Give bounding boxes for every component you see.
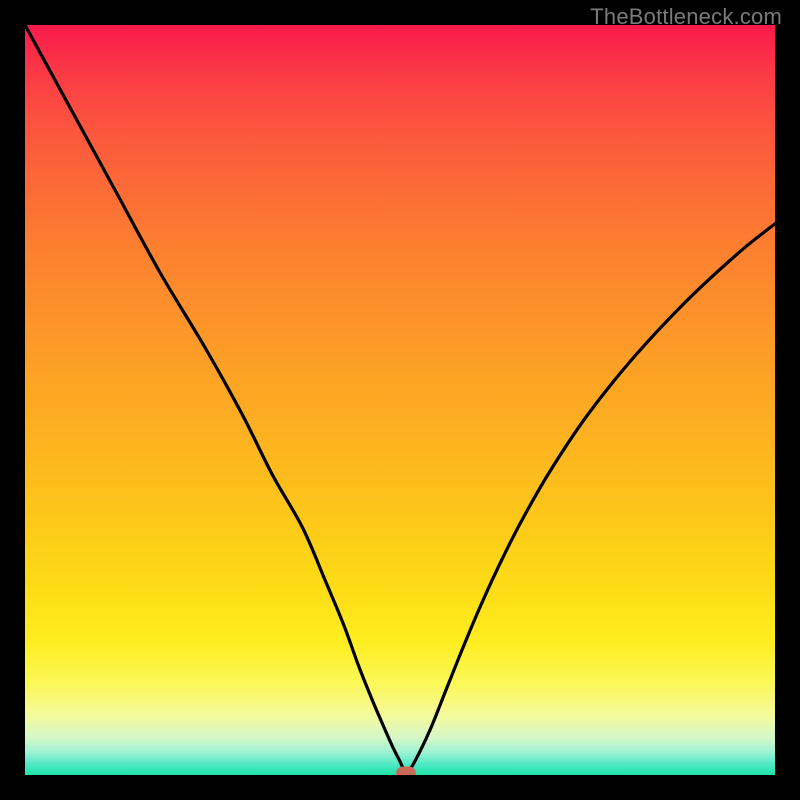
watermark-text: TheBottleneck.com [590,4,782,30]
optimal-point-marker [396,766,416,775]
plot-area [25,25,775,775]
chart-frame: TheBottleneck.com [0,0,800,800]
bottleneck-curve [25,25,775,775]
